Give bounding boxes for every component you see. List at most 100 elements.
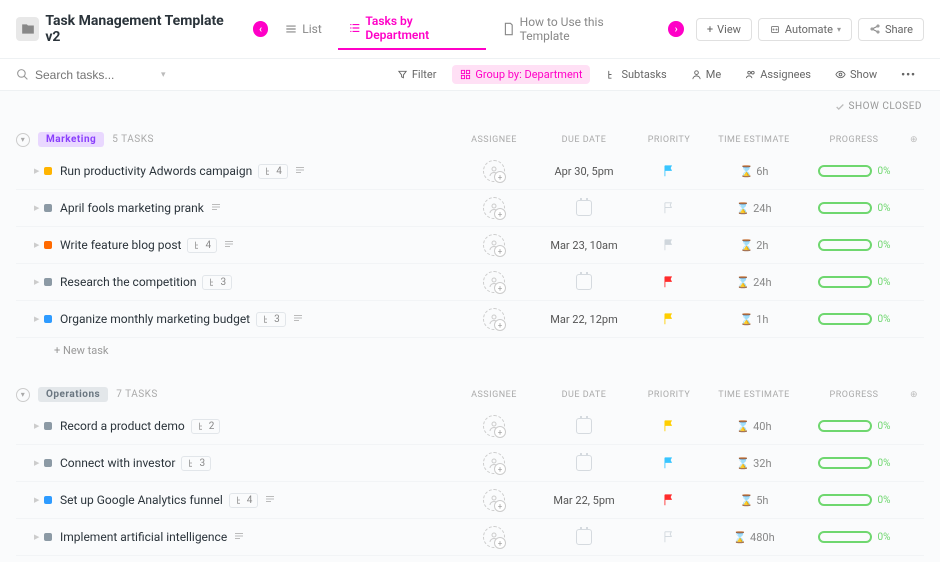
assignee-cell[interactable] [454, 308, 534, 330]
add-view-button[interactable]: +View [696, 18, 752, 41]
group-name[interactable]: Operations [38, 387, 108, 402]
col-priority[interactable]: PRIORITY [634, 135, 704, 145]
calendar-icon[interactable] [576, 200, 592, 216]
calendar-icon[interactable] [576, 418, 592, 434]
subtask-count[interactable]: 3 [202, 275, 232, 290]
drag-handle[interactable]: ▶ [16, 241, 34, 249]
task-row[interactable]: ▶ Implement artificial intelligence ⌛480… [16, 519, 924, 556]
subtask-count[interactable]: 3 [181, 456, 211, 471]
task-name[interactable]: Implement artificial intelligence [60, 530, 227, 544]
task-row[interactable]: ▶ Set up Google Analytics funnel 4 Mar 2… [16, 482, 924, 519]
task-row[interactable]: ▶ April fools marketing prank ⌛24h 0% [16, 190, 924, 227]
priority-cell[interactable] [634, 312, 704, 326]
priority-cell[interactable] [634, 530, 704, 544]
time-cell[interactable]: ⌛5h [704, 494, 804, 507]
subtask-count[interactable]: 3 [256, 312, 286, 327]
add-assignee-icon[interactable] [483, 308, 505, 330]
subtasks-button[interactable]: Subtasks [598, 65, 674, 84]
status-dot[interactable] [44, 496, 52, 504]
collapse-button[interactable]: ▾ [16, 388, 30, 402]
add-assignee-icon[interactable] [483, 234, 505, 256]
tab-tasks-by-dept[interactable]: Tasks by Department [338, 8, 486, 50]
tab-list[interactable]: List [274, 16, 332, 42]
new-task-button[interactable]: + New task [16, 338, 924, 363]
add-assignee-icon[interactable] [483, 271, 505, 293]
filter-button[interactable]: Filter [389, 65, 445, 84]
time-cell[interactable]: ⌛6h [704, 165, 804, 178]
drag-handle[interactable]: ▶ [16, 496, 34, 504]
due-cell[interactable] [534, 200, 634, 216]
priority-cell[interactable] [634, 164, 704, 178]
add-assignee-icon[interactable] [483, 452, 505, 474]
task-name[interactable]: April fools marketing prank [60, 201, 204, 215]
col-due[interactable]: DUE DATE [534, 390, 634, 400]
time-cell[interactable]: ⌛40h [704, 420, 804, 433]
search-input[interactable] [35, 68, 155, 82]
time-cell[interactable]: ⌛2h [704, 239, 804, 252]
task-row[interactable]: ▶ Hire VP of marketing 4 Mar 26, 4pm ⌛80… [16, 556, 924, 562]
status-dot[interactable] [44, 167, 52, 175]
status-dot[interactable] [44, 459, 52, 467]
add-assignee-icon[interactable] [483, 489, 505, 511]
assignee-cell[interactable] [454, 489, 534, 511]
due-cell[interactable] [534, 455, 634, 471]
add-column-button[interactable]: ⊕ [904, 390, 924, 400]
task-row[interactable]: ▶ Record a product demo 2 ⌛40h 0% [16, 408, 924, 445]
calendar-icon[interactable] [576, 455, 592, 471]
due-cell[interactable]: Mar 23, 10am [534, 239, 634, 252]
add-assignee-icon[interactable] [483, 160, 505, 182]
assignee-cell[interactable] [454, 234, 534, 256]
calendar-icon[interactable] [576, 529, 592, 545]
assignees-button[interactable]: Assignees [737, 65, 819, 84]
drag-handle[interactable]: ▶ [16, 278, 34, 286]
task-name[interactable]: Record a product demo [60, 419, 185, 433]
drag-handle[interactable]: ▶ [16, 422, 34, 430]
search-dropdown[interactable]: ▾ [161, 70, 166, 80]
drag-handle[interactable]: ▶ [16, 315, 34, 323]
due-cell[interactable]: Mar 22, 12pm [534, 313, 634, 326]
progress-cell[interactable]: 0% [804, 276, 904, 288]
group-name[interactable]: Marketing [38, 132, 104, 147]
col-progress[interactable]: PROGRESS [804, 135, 904, 145]
add-assignee-icon[interactable] [483, 415, 505, 437]
priority-cell[interactable] [634, 456, 704, 470]
progress-cell[interactable]: 0% [804, 494, 904, 506]
task-row[interactable]: ▶ Connect with investor 3 ⌛32h 0% [16, 445, 924, 482]
nav-next-button[interactable]: › [668, 21, 684, 37]
drag-handle[interactable]: ▶ [16, 533, 34, 541]
assignee-cell[interactable] [454, 415, 534, 437]
time-cell[interactable]: ⌛480h [704, 531, 804, 544]
priority-cell[interactable] [634, 493, 704, 507]
progress-cell[interactable]: 0% [804, 313, 904, 325]
progress-cell[interactable]: 0% [804, 420, 904, 432]
calendar-icon[interactable] [576, 274, 592, 290]
show-closed-button[interactable]: SHOW CLOSED [835, 101, 922, 112]
task-row[interactable]: ▶ Run productivity Adwords campaign 4 Ap… [16, 153, 924, 190]
assignee-cell[interactable] [454, 197, 534, 219]
share-button[interactable]: Share [858, 18, 924, 41]
time-cell[interactable]: ⌛24h [704, 202, 804, 215]
drag-handle[interactable]: ▶ [16, 459, 34, 467]
task-name[interactable]: Organize monthly marketing budget [60, 312, 250, 326]
progress-cell[interactable]: 0% [804, 239, 904, 251]
status-dot[interactable] [44, 241, 52, 249]
col-assignee[interactable]: ASSIGNEE [454, 135, 534, 145]
due-cell[interactable]: Apr 30, 5pm [534, 165, 634, 178]
task-row[interactable]: ▶ Organize monthly marketing budget 3 Ma… [16, 301, 924, 338]
status-dot[interactable] [44, 533, 52, 541]
progress-cell[interactable]: 0% [804, 457, 904, 469]
due-cell[interactable] [534, 274, 634, 290]
task-row[interactable]: ▶ Write feature blog post 4 Mar 23, 10am… [16, 227, 924, 264]
progress-cell[interactable]: 0% [804, 202, 904, 214]
col-time[interactable]: TIME ESTIMATE [704, 135, 804, 145]
time-cell[interactable]: ⌛32h [704, 457, 804, 470]
group-by-button[interactable]: Group by: Department [452, 65, 590, 84]
col-assignee[interactable]: ASSIGNEE [454, 390, 534, 400]
due-cell[interactable] [534, 529, 634, 545]
due-cell[interactable]: Mar 22, 5pm [534, 494, 634, 507]
assignee-cell[interactable] [454, 160, 534, 182]
status-dot[interactable] [44, 204, 52, 212]
collapse-button[interactable]: ▾ [16, 133, 30, 147]
task-name[interactable]: Run productivity Adwords campaign [60, 164, 252, 178]
more-button[interactable]: ••• [893, 65, 924, 84]
